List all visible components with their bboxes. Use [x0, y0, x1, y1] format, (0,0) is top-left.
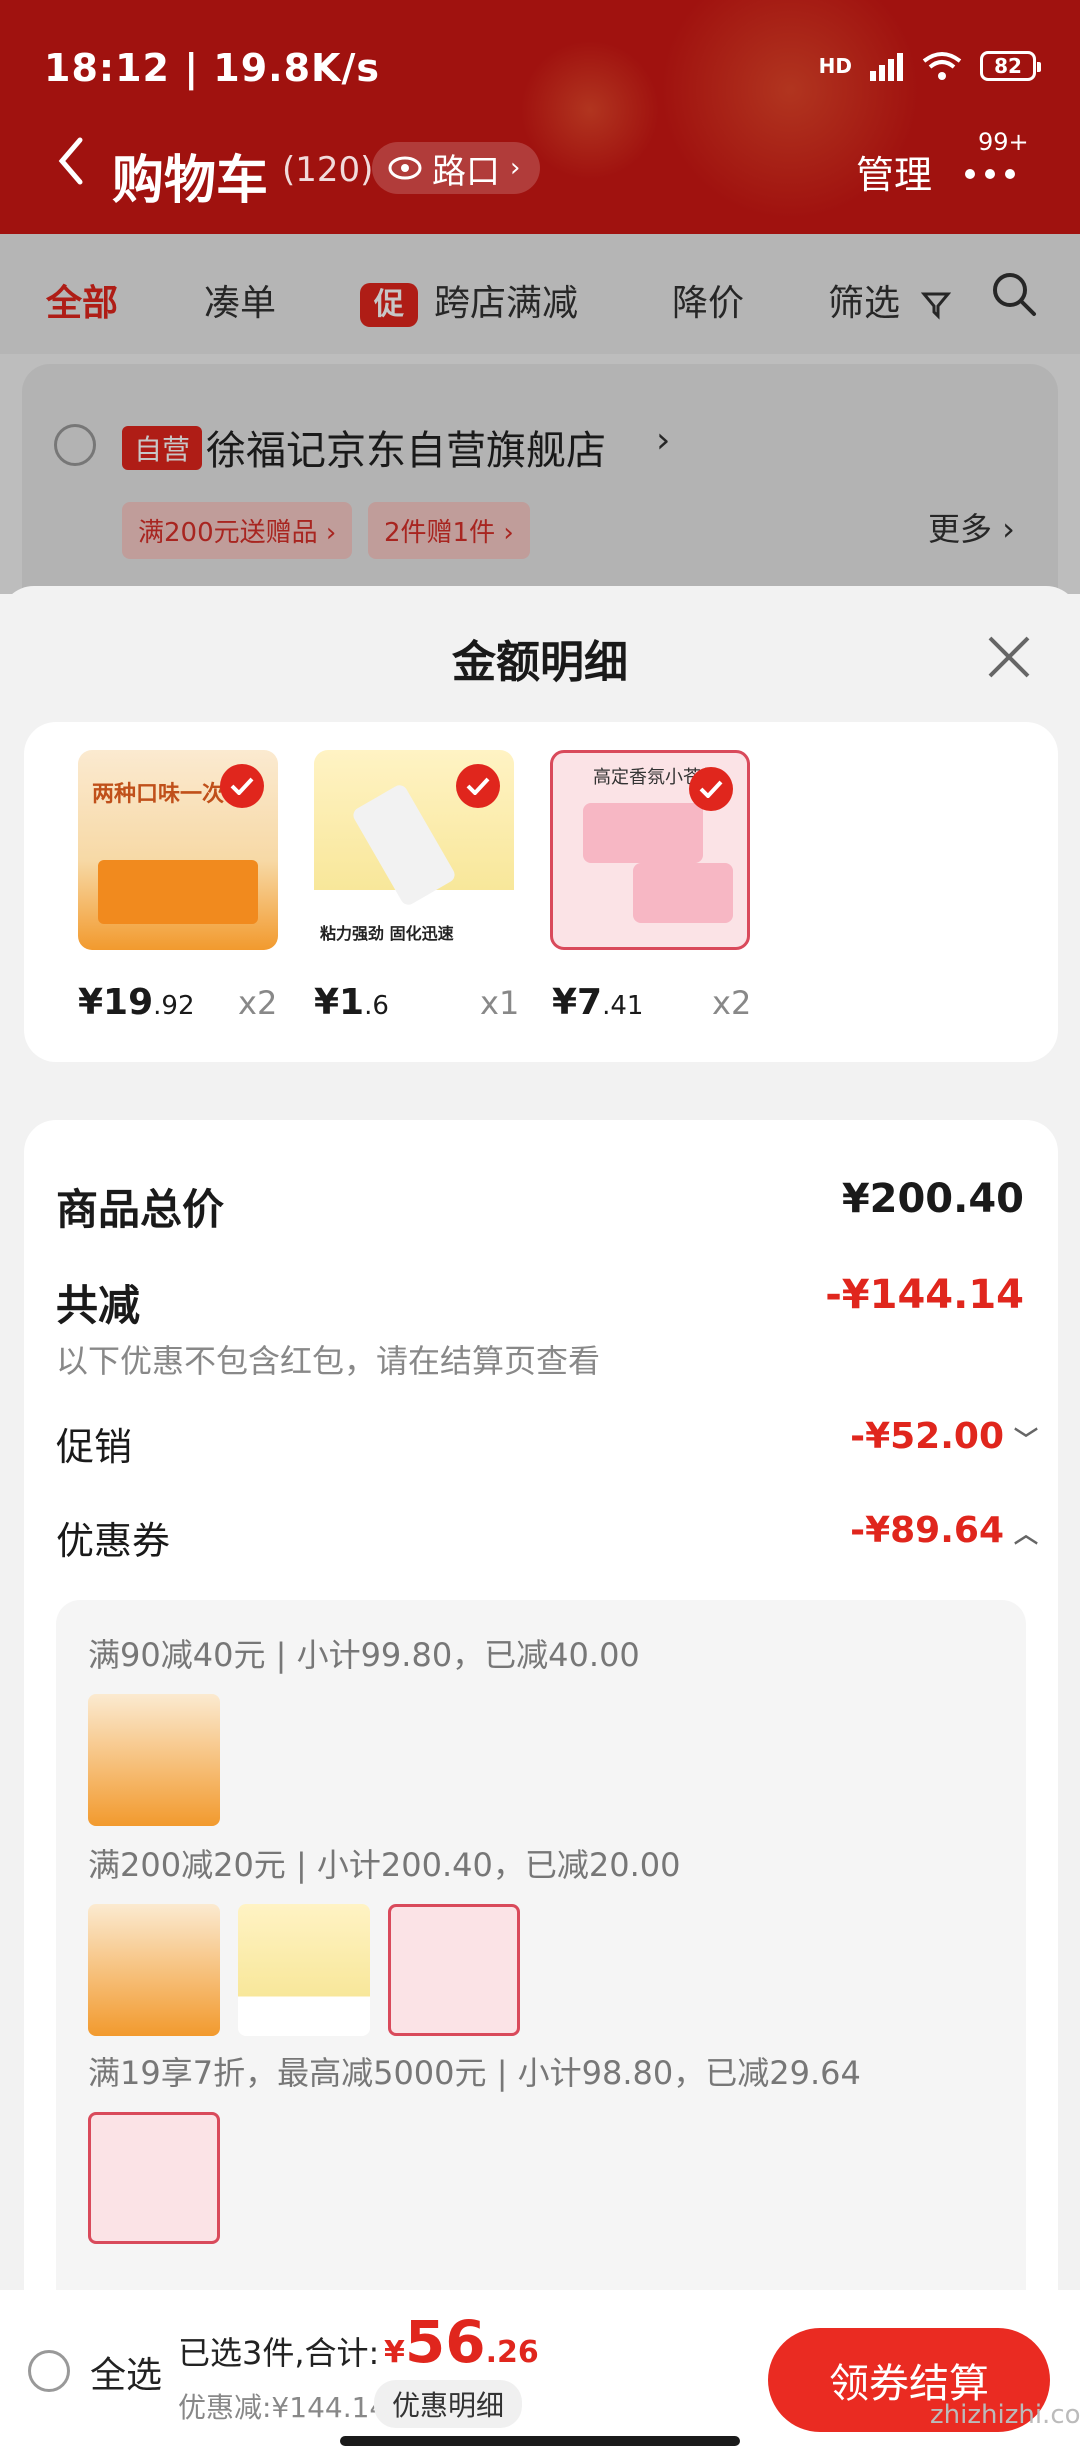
product-price: ¥1.6 — [314, 982, 389, 1023]
eye-icon — [388, 156, 422, 180]
select-all-label[interactable]: 全选 — [90, 2346, 162, 2398]
battery-level: 82 — [994, 54, 1022, 78]
product-image-fragrance[interactable]: 高定香氛小苍兰 — [550, 750, 750, 950]
select-all-radio[interactable] — [28, 2350, 70, 2392]
discount-amount: 优惠减:¥144.14 — [178, 2391, 388, 2424]
manage-button[interactable]: 管理 — [856, 144, 932, 199]
product-image-label: 粘力强劲 固化迅速 — [320, 924, 454, 943]
battery-icon: 82 — [980, 51, 1041, 81]
coupon-product-thumb[interactable] — [88, 2112, 220, 2244]
product-qty: x2 — [238, 984, 278, 1022]
price-integer: 56 — [404, 2308, 486, 2376]
chevron-down-icon: ﹀ — [1014, 1426, 1038, 1454]
coupon-row[interactable]: -¥89.64 ︿ — [850, 1510, 1038, 1551]
price-summary-card: 商品总价 ¥200.40 共减 -¥144.14 以下优惠不包含红包，请在结算页… — [24, 1120, 1058, 2460]
price-decimal: .6 — [364, 991, 389, 1021]
close-icon[interactable] — [986, 634, 1032, 680]
network-label: HD — [818, 54, 852, 78]
fragrance-box-graphic — [583, 803, 703, 863]
selected-summary: 已选3件,合计: — [178, 2334, 380, 2372]
checked-icon — [456, 764, 500, 808]
coupon-product-thumb[interactable] — [88, 1694, 220, 1826]
route-selector[interactable]: 路口 › — [372, 142, 541, 194]
price-decimal: .41 — [602, 991, 644, 1021]
chevron-right-icon: › — [510, 153, 521, 183]
status-time: 18:12 | 19.8K/s — [44, 46, 380, 90]
currency-symbol: ¥ — [384, 2335, 405, 2370]
coupon-product-thumb[interactable] — [238, 1904, 370, 2036]
price-decimal: .92 — [153, 991, 195, 1021]
checked-icon — [689, 767, 733, 811]
chevron-up-icon: ︿ — [1014, 1520, 1038, 1548]
coupon-product-thumb[interactable] — [88, 1904, 220, 2036]
checkout-bar: 全选 已选3件,合计: ¥56.26 优惠减:¥144.14 优惠明细 领券结算 — [0, 2290, 1080, 2460]
total-price: ¥56.26 — [384, 2308, 539, 2376]
promo-row[interactable]: -¥52.00 ﹀ — [850, 1416, 1038, 1457]
modal-backdrop[interactable] — [0, 234, 1080, 594]
total-value: ¥200.40 — [841, 1176, 1024, 1222]
product-price: ¥19.92 — [78, 982, 195, 1023]
promo-value: -¥52.00 — [850, 1416, 1004, 1457]
glue-bottle-graphic — [350, 782, 458, 908]
sheet-title: 金额明细 — [452, 637, 628, 688]
route-label: 路口 — [432, 151, 500, 192]
coupon-product-thumb[interactable] — [388, 1904, 520, 2036]
price-integer: ¥19 — [78, 982, 154, 1023]
home-indicator[interactable] — [340, 2436, 740, 2446]
product-image-label: 两种口味一次 — [92, 782, 225, 807]
price-integer: ¥7 — [552, 982, 603, 1023]
products-card: 两种口味一次 粘力强劲 固化迅速 高定香氛小苍兰 ¥19.92 x2 ¥1.6 … — [24, 722, 1058, 1062]
fragrance-box-graphic — [633, 863, 733, 923]
product-box-graphic — [98, 860, 258, 924]
checked-icon — [220, 764, 264, 808]
promo-label: 促销 — [56, 1425, 133, 1469]
coupon-rule: 满19享7折，最高减5000元 | 小计98.80，已减29.64 — [88, 2054, 861, 2092]
message-badge: 99+ — [978, 128, 1029, 156]
watermark: zhizhizhi.com — [930, 2400, 1080, 2430]
discount-total-label: 共减 — [56, 1281, 141, 1330]
price-integer: ¥1 — [314, 982, 365, 1023]
product-image-glue[interactable]: 粘力强劲 固化迅速 — [314, 750, 514, 950]
coupon-rule: 满200减20元 | 小计200.40，已减20.00 — [88, 1846, 681, 1884]
coupon-label: 优惠券 — [56, 1519, 171, 1563]
discount-note: 以下优惠不包含红包，请在结算页查看 — [56, 1342, 601, 1380]
product-price: ¥7.41 — [552, 982, 643, 1023]
price-decimal: .26 — [485, 2335, 539, 2370]
signal-icon — [870, 53, 903, 81]
status-icons: HD 82 — [818, 44, 1041, 88]
product-image-candy[interactable]: 两种口味一次 — [78, 750, 278, 950]
product-qty: x1 — [480, 984, 520, 1022]
coupon-rule: 满90减40元 | 小计99.80，已减40.00 — [88, 1636, 640, 1674]
cart-count: (120) — [282, 150, 374, 190]
back-icon[interactable] — [56, 136, 86, 186]
page-title: 购物车 — [112, 151, 269, 211]
coupon-value: -¥89.64 — [850, 1510, 1004, 1551]
discount-detail-button[interactable]: 优惠明细 — [374, 2380, 523, 2428]
firework-decoration — [520, 40, 660, 180]
wifi-icon — [922, 52, 962, 80]
price-detail-sheet: 金额明细 两种口味一次 粘力强劲 固化迅速 高定香氛小苍兰 ¥19.92 x2 … — [0, 586, 1080, 2460]
product-qty: x2 — [712, 984, 752, 1022]
total-label: 商品总价 — [56, 1185, 225, 1234]
discount-total-value: -¥144.14 — [825, 1272, 1024, 1318]
